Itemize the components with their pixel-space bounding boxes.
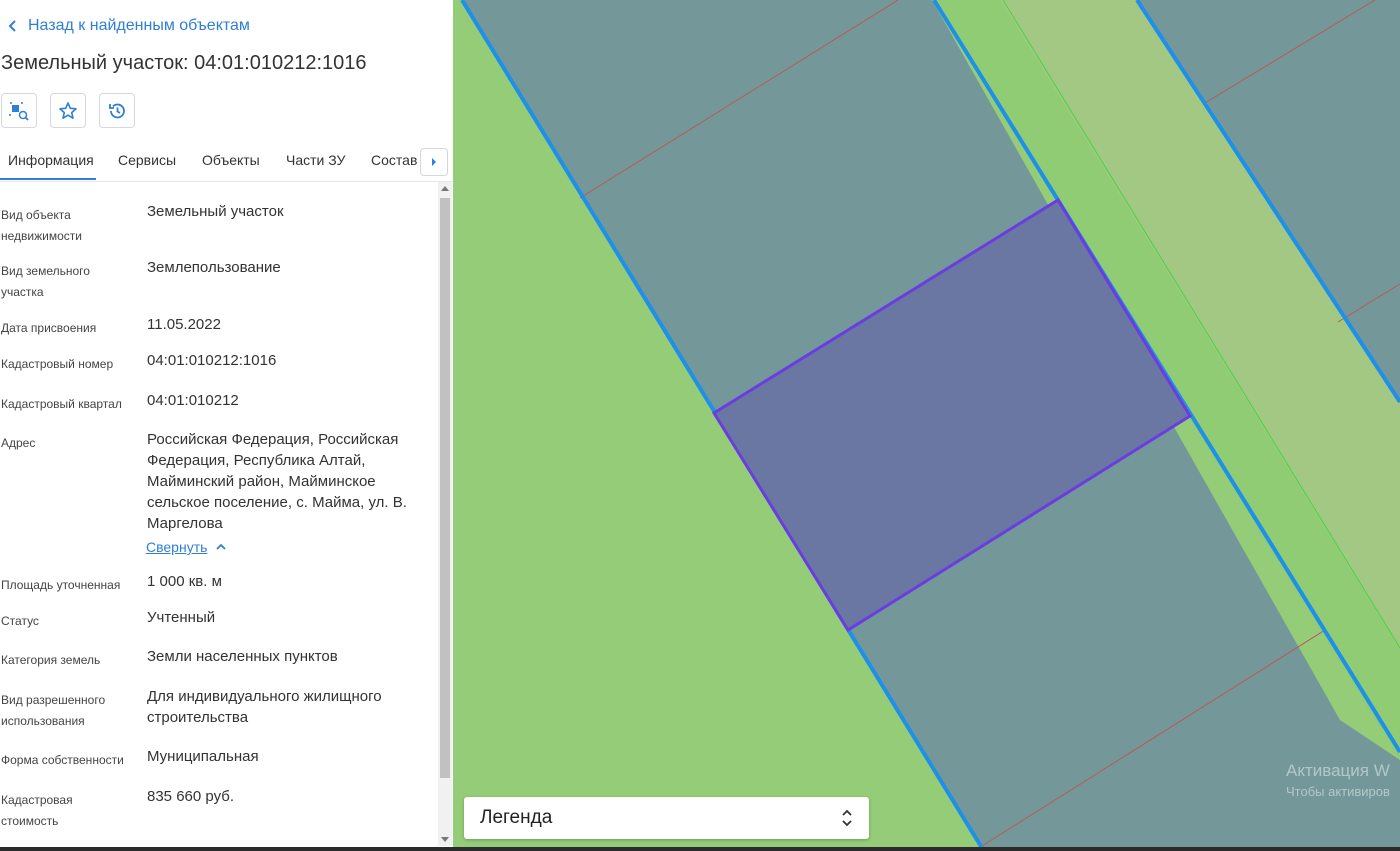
tab-composition[interactable]: Состав — [371, 152, 417, 168]
info-panel: Назад к найденным объектам Земельный уча… — [0, 0, 453, 848]
tab-parts[interactable]: Части ЗУ — [286, 152, 345, 168]
field-label: Кадастровая стоимость — [1, 793, 73, 828]
zoom-to-object-icon — [9, 101, 29, 121]
activation-watermark-subtitle: Чтобы активиров — [1286, 784, 1390, 799]
field-label: Кадастровый квартал — [1, 397, 122, 411]
field-label: Дата присвоения — [1, 321, 97, 335]
field-label: Вид земельного участка — [1, 264, 90, 299]
chevron-left-icon — [8, 20, 16, 32]
active-tab-indicator — [0, 178, 96, 180]
field-label: Вид объекта недвижимости — [1, 208, 82, 243]
field-label: Категория земель — [1, 653, 101, 667]
field-value: Землепользование — [147, 259, 281, 276]
locate-on-map-button[interactable] — [1, 93, 37, 128]
panel-scrollbar[interactable] — [438, 182, 452, 846]
tab-services[interactable]: Сервисы — [118, 152, 176, 168]
tab-objects[interactable]: Объекты — [202, 152, 260, 168]
star-icon — [59, 101, 77, 119]
action-toolbar — [1, 93, 135, 128]
taskbar-edge — [0, 847, 1400, 851]
legend-dropdown[interactable]: Легенда — [464, 797, 869, 839]
history-button[interactable] — [99, 93, 135, 128]
tab-bar: Информация Сервисы Объекты Части ЗУ Сост… — [0, 144, 453, 182]
page-title: Земельный участок: 04:01:010212:1016 — [1, 52, 367, 74]
field-value: 04:01:010212:1016 — [147, 352, 277, 369]
field-label: Статус — [1, 614, 39, 628]
scrollbar-thumb[interactable] — [440, 198, 450, 778]
chevron-up-icon — [216, 543, 227, 550]
legend-label: Легенда — [480, 807, 553, 828]
map-view[interactable] — [453, 0, 1400, 848]
field-label: Адрес — [1, 436, 36, 450]
tabs-scroll-right-button[interactable] — [420, 148, 448, 176]
field-label: Кадастровый номер — [1, 357, 114, 371]
field-value: 835 660 руб. — [147, 788, 234, 805]
back-link-label: Назад к найденным объектам — [28, 17, 250, 34]
field-value: Для индивидуального жилищного строительс… — [147, 688, 382, 726]
field-value: 04:01:010212 — [147, 392, 239, 409]
field-value: Земли населенных пунктов — [147, 648, 338, 665]
cadastral-map-layer[interactable] — [453, 0, 1400, 848]
scroll-up-arrow-icon[interactable] — [441, 186, 449, 191]
field-label: Вид разрешенного использования — [1, 693, 106, 728]
history-icon — [109, 103, 125, 118]
field-label: Площадь уточненная — [1, 578, 121, 592]
field-value: 11.05.2022 — [147, 316, 221, 333]
field-value: 1 000 кв. м — [147, 573, 222, 590]
field-value: Российская Федерация, Российская Федерац… — [147, 431, 407, 532]
field-label: Форма собственности — [1, 753, 124, 767]
scroll-down-arrow-icon[interactable] — [441, 837, 449, 842]
field-value: Муниципальная — [147, 748, 259, 765]
field-value: Учтенный — [147, 609, 216, 626]
favorite-button[interactable] — [50, 93, 86, 128]
activation-watermark-title: Активация W — [1286, 761, 1390, 780]
collapse-address-link[interactable]: Свернуть — [146, 539, 227, 555]
back-to-results-link[interactable]: Назад к найденным объектам — [8, 14, 250, 38]
caret-right-icon — [432, 158, 436, 166]
collapse-label: Свернуть — [146, 539, 208, 555]
expand-collapse-icon — [842, 809, 852, 827]
field-value: Земельный участок — [147, 203, 284, 220]
tab-information[interactable]: Информация — [8, 152, 94, 168]
